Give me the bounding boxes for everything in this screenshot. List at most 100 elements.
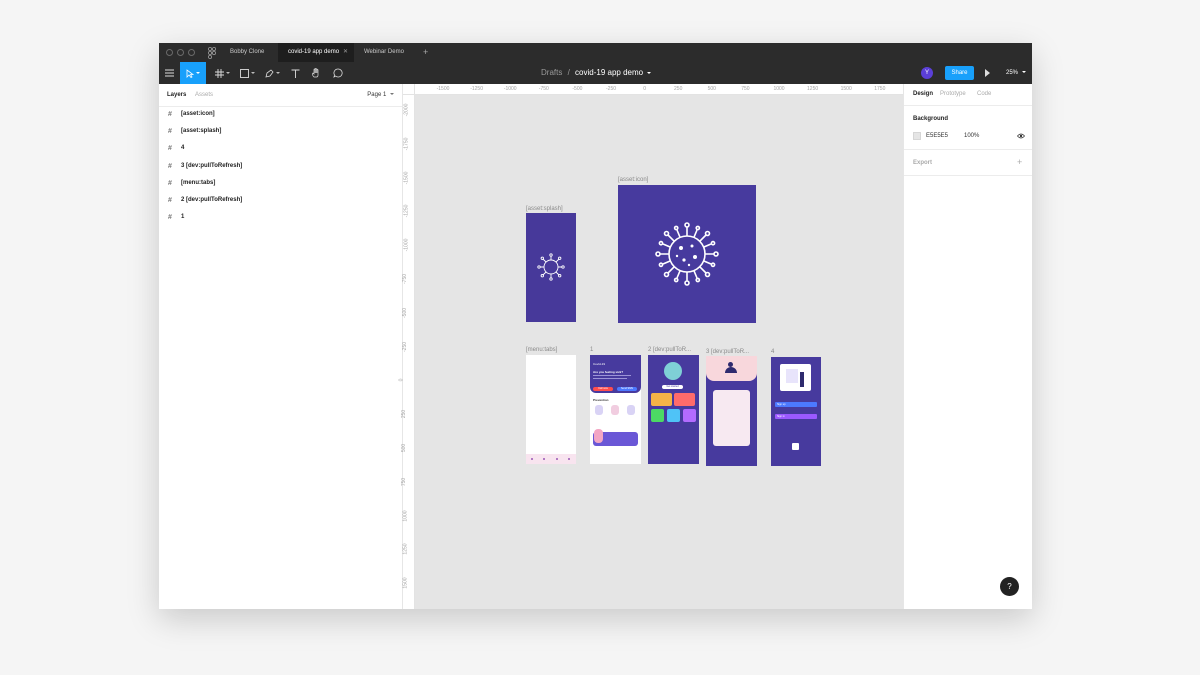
frame-hash-icon: # [168, 196, 172, 204]
tab-bobby-clone[interactable]: Bobby Clone [220, 43, 278, 62]
present-play-icon[interactable] [985, 69, 990, 77]
layer-item[interactable]: # [menu:tabs] [168, 177, 215, 189]
comment-bubble-icon [333, 68, 343, 78]
chevron-down-icon [1021, 71, 1026, 74]
maximize-window-button[interactable] [188, 49, 195, 56]
tab-covid-19-app-demo[interactable]: covid-19 app demo ✕ [278, 43, 354, 62]
title-bar: Bobby Clone covid-19 app demo ✕ Webinar … [159, 43, 1032, 62]
page-selector[interactable]: Page 1 [367, 84, 394, 107]
mini-app-title: Covid-19 [593, 362, 606, 366]
close-window-button[interactable] [166, 49, 173, 56]
move-tool-button[interactable] [180, 62, 206, 84]
chevron-down-icon [225, 72, 230, 74]
layer-label: 1 [181, 214, 185, 220]
design-panel: Design Prototype Code Background E5E5E5 … [903, 84, 1032, 609]
frame-asset-icon[interactable] [618, 185, 756, 323]
shape-tool-button[interactable] [235, 62, 259, 84]
mini-stat-card [667, 409, 680, 422]
frame-label[interactable]: [menu:tabs] [526, 347, 557, 353]
layer-item[interactable]: #2 [dev:pullToRefresh] [168, 194, 242, 206]
rectangle-icon [239, 68, 249, 78]
pen-tool-button[interactable] [260, 62, 284, 84]
tab-design[interactable]: Design [913, 84, 933, 105]
ruler-tick-label: 1750 [874, 86, 886, 92]
layer-label: 2 [dev:pullToRefresh] [181, 197, 243, 203]
ruler-tick-label: 0 [643, 86, 646, 92]
file-name-menu[interactable]: covid-19 app demo [575, 68, 643, 77]
frame-4[interactable]: Sign up Sign in [771, 357, 821, 466]
mini-next-button [792, 443, 799, 450]
figma-logo-icon[interactable] [208, 47, 216, 59]
layer-item[interactable]: #4 [168, 142, 184, 154]
ruler-tick-label: -500 [572, 86, 583, 92]
background-opacity-input[interactable]: 100% [964, 133, 979, 139]
main-menu-button[interactable] [159, 62, 180, 84]
tab-prototype[interactable]: Prototype [940, 84, 966, 105]
ruler-tick-label: 1250 [807, 86, 819, 92]
comment-tool-button[interactable] [329, 62, 347, 84]
tab-assets[interactable]: Assets [195, 84, 213, 107]
frame-hash-icon: # [168, 110, 172, 118]
add-export-plus-icon[interactable]: + [1017, 157, 1022, 167]
eye-icon[interactable] [1017, 133, 1025, 139]
hand-tool-button[interactable] [307, 62, 325, 84]
text-t-icon [291, 69, 299, 78]
ruler-tick-label: 250 [674, 86, 683, 92]
frame-label[interactable]: 4 [771, 349, 774, 355]
ruler-tick-label: 750 [401, 477, 408, 486]
frame-hash-icon: # [168, 179, 172, 187]
layer-item[interactable]: #3 [dev:pullToRefresh] [168, 160, 242, 172]
chevron-down-icon[interactable] [647, 71, 652, 74]
layer-item[interactable]: # [asset:splash] [168, 125, 221, 137]
mini-card [713, 390, 750, 446]
frame-hash-icon: # [168, 144, 172, 152]
layer-item[interactable]: # [asset:icon] [168, 108, 215, 120]
text-tool-button[interactable] [287, 62, 303, 84]
mini-sms-button: Send SMS [617, 387, 637, 391]
help-button[interactable]: ? [1000, 577, 1019, 596]
ruler-tick-label: -250 [402, 341, 409, 352]
hand-icon [312, 68, 319, 78]
mini-text-line [593, 375, 631, 376]
background-hex-input[interactable]: E5E5E5 [926, 133, 948, 139]
ruler-tick-label: -1250 [470, 86, 483, 92]
mini-stat-card [683, 409, 696, 422]
frame-hash-icon: # [168, 127, 172, 135]
frame-asset-splash[interactable] [526, 213, 576, 322]
breadcrumb-drafts-link[interactable]: Drafts [541, 68, 562, 77]
ruler-tick-label: -500 [402, 307, 409, 318]
share-button[interactable]: Share [945, 66, 974, 80]
tab-layers[interactable]: Layers [167, 84, 186, 107]
tab-webinar-demo[interactable]: Webinar Demo [354, 43, 418, 62]
mini-figure [800, 372, 804, 387]
design-canvas[interactable]: [asset:splash] [asset:icon] [menu:tabs] … [415, 95, 903, 609]
frame-tool-button[interactable] [210, 62, 234, 84]
frame-label[interactable]: [asset:icon] [618, 177, 648, 183]
new-tab-plus-icon[interactable]: + [423, 43, 428, 62]
mini-illustration [594, 429, 603, 443]
frame-3-dev-pulltorefresh[interactable] [706, 356, 757, 466]
ruler-tick-label: 1500 [840, 86, 852, 92]
ruler-tick-label: -1250 [403, 204, 410, 218]
frame-label[interactable]: [asset:splash] [526, 206, 563, 212]
frame-label[interactable]: 2 [dev:pullToR... [648, 347, 691, 353]
frame-menu-tabs[interactable] [526, 355, 576, 464]
close-tab-icon[interactable]: ✕ [343, 43, 348, 62]
frame-label[interactable]: 3 [dev:pullToR... [706, 349, 749, 355]
layer-item[interactable]: #1 [168, 211, 184, 223]
tab-label: Webinar Demo [364, 49, 404, 55]
mini-illustration [611, 405, 619, 415]
frame-1[interactable]: Covid-19 Are you feeling sick? Call now … [590, 355, 641, 464]
zoom-menu[interactable]: 25% [1006, 62, 1026, 84]
frame-2-dev-pulltorefresh[interactable]: Get started [648, 355, 699, 464]
ruler-tick-label: 250 [401, 410, 408, 419]
tab-code[interactable]: Code [977, 84, 991, 105]
mini-button: Sign in [775, 414, 817, 419]
cursor-arrow-icon [186, 68, 194, 78]
background-color-swatch[interactable] [913, 132, 921, 140]
pen-icon [264, 68, 274, 78]
user-avatar[interactable]: Y [921, 67, 933, 79]
frame-label[interactable]: 1 [590, 347, 593, 353]
minimize-window-button[interactable] [177, 49, 184, 56]
ruler-tick-label: -1000 [503, 86, 517, 92]
